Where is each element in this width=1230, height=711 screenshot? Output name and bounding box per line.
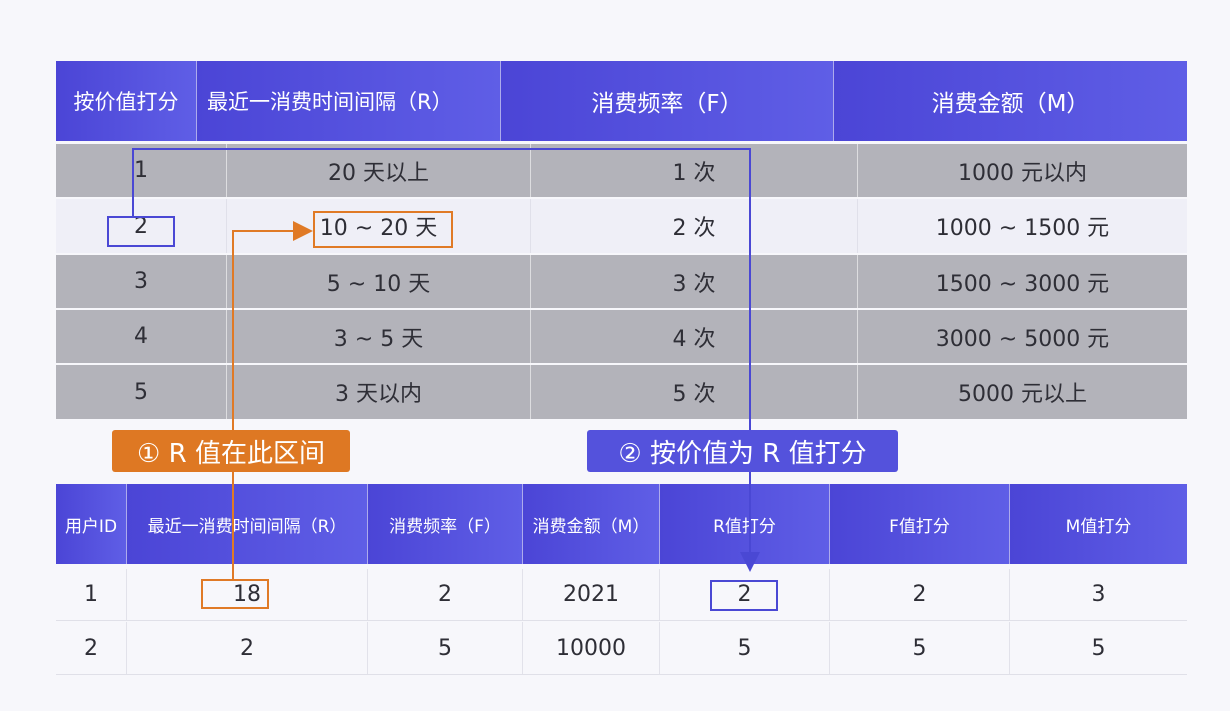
top-cell-monetary: 3000 ~ 5000 元 <box>858 310 1187 363</box>
r-score-highlight <box>710 580 778 611</box>
blue-connector-line <box>132 148 134 217</box>
bottom-cell-user-id: 2 <box>56 622 127 674</box>
score-2-highlight <box>107 216 175 247</box>
bottom-header-user-id: 用户ID <box>56 484 127 564</box>
step1-tag: ① R 值在此区间 <box>112 430 350 472</box>
top-cell-recency: 3 ~ 5 天 <box>227 310 531 363</box>
bottom-cell-monetary: 2021 <box>523 569 660 620</box>
blue-connector-line <box>749 148 751 554</box>
top-header-recency: 最近一消费时间间隔（R） <box>197 61 501 141</box>
row-divider <box>56 674 1187 675</box>
top-cell-score: 5 <box>56 365 227 419</box>
bottom-header-monetary: 消费金额（M） <box>523 484 660 564</box>
top-cell-frequency: 1 次 <box>531 144 858 197</box>
recency-value-highlight <box>201 579 269 609</box>
top-cell-frequency: 5 次 <box>531 365 858 419</box>
top-cell-frequency: 2 次 <box>531 199 858 253</box>
top-cell-recency: 3 天以内 <box>227 365 531 419</box>
top-cell-score: 4 <box>56 310 227 363</box>
bottom-header-f-score: F值打分 <box>830 484 1010 564</box>
bottom-cell-frequency: 5 <box>368 622 523 674</box>
top-header-score: 按价值打分 <box>56 61 197 141</box>
orange-connector-line <box>232 230 296 232</box>
bottom-cell-recency: 2 <box>127 622 368 674</box>
blue-arrow-down-icon <box>740 552 760 572</box>
top-cell-score: 3 <box>56 255 227 308</box>
bottom-cell-monetary: 10000 <box>523 622 660 674</box>
top-cell-score: 1 <box>56 144 227 197</box>
row-divider <box>56 620 1187 621</box>
top-cell-monetary: 5000 元以上 <box>858 365 1187 419</box>
bottom-cell-frequency: 2 <box>368 569 523 620</box>
top-cell-monetary: 1000 元以内 <box>858 144 1187 197</box>
top-cell-monetary: 1000 ~ 1500 元 <box>858 199 1187 253</box>
top-cell-recency: 5 ~ 10 天 <box>227 255 531 308</box>
orange-arrow-right-icon <box>293 221 313 241</box>
bottom-header-frequency: 消费频率（F） <box>368 484 523 564</box>
blue-connector-line <box>132 148 751 150</box>
top-cell-frequency: 3 次 <box>531 255 858 308</box>
top-cell-recency: 20 天以上 <box>227 144 531 197</box>
top-cell-monetary: 1500 ~ 3000 元 <box>858 255 1187 308</box>
bottom-cell-m-score: 5 <box>1010 622 1187 674</box>
bottom-header-recency: 最近一消费时间间隔（R） <box>127 484 368 564</box>
bottom-cell-f-score: 2 <box>830 569 1010 620</box>
top-header-frequency: 消费频率（F） <box>501 61 834 141</box>
interval-highlight <box>313 211 453 248</box>
top-header-monetary: 消费金额（M） <box>834 61 1187 141</box>
bottom-cell-user-id: 1 <box>56 569 127 620</box>
orange-connector-line <box>232 230 234 580</box>
bottom-cell-r-score: 5 <box>660 622 830 674</box>
top-cell-frequency: 4 次 <box>531 310 858 363</box>
bottom-cell-m-score: 3 <box>1010 569 1187 620</box>
step2-tag: ② 按价值为 R 值打分 <box>587 430 898 472</box>
bottom-header-m-score: M值打分 <box>1010 484 1187 564</box>
bottom-cell-f-score: 5 <box>830 622 1010 674</box>
